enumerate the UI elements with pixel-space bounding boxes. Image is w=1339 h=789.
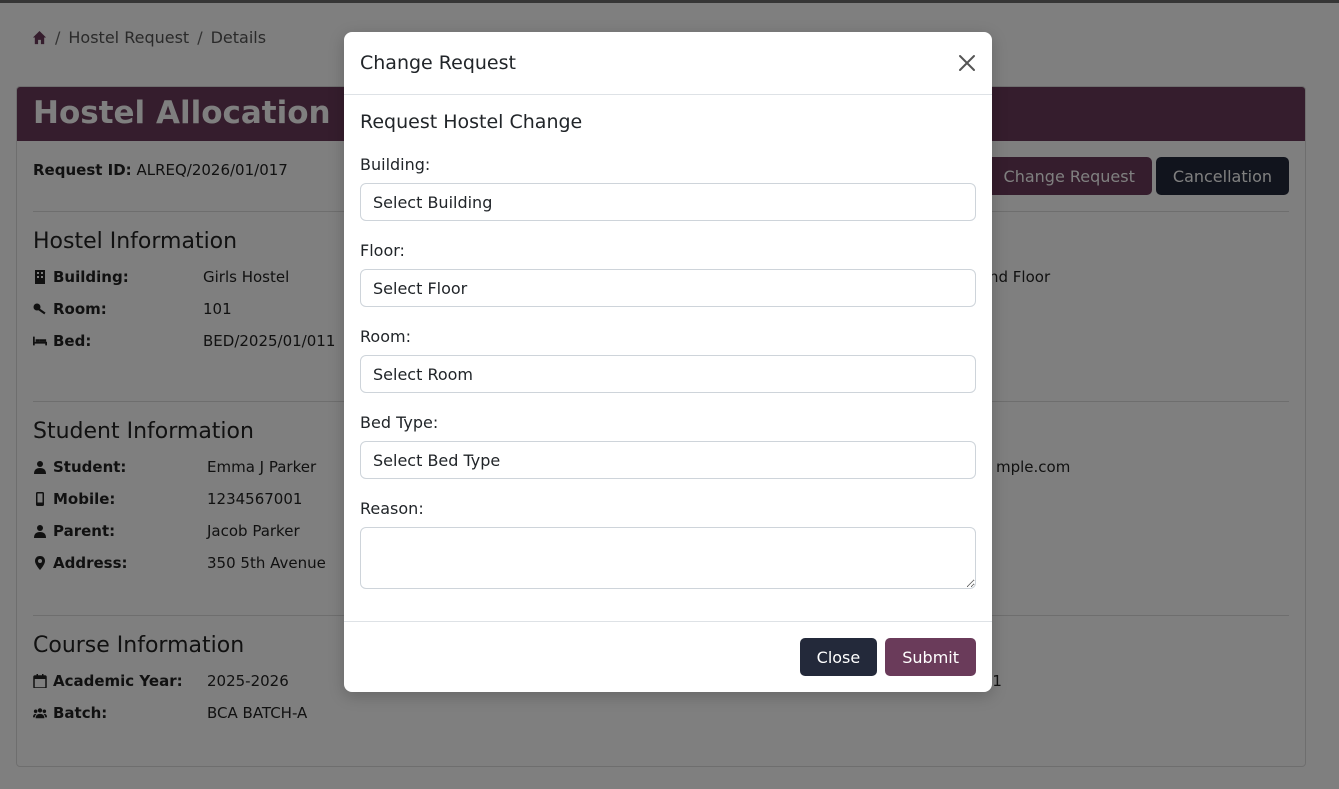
modal-title: Change Request xyxy=(360,52,516,74)
reason-textarea[interactable] xyxy=(360,527,976,589)
floor-field-label: Floor: xyxy=(360,241,405,260)
room-select[interactable]: Select Room xyxy=(360,355,976,393)
form-subtitle: Request Hostel Change xyxy=(360,111,583,133)
bed-type-field-label: Bed Type: xyxy=(360,413,439,432)
building-select[interactable]: Select Building xyxy=(360,183,976,221)
building-select-value: Select Building xyxy=(373,192,493,212)
floor-select[interactable]: Select Floor xyxy=(360,269,976,307)
close-button[interactable]: Close xyxy=(799,638,878,676)
building-field-label: Building: xyxy=(360,155,431,174)
reason-field-label: Reason: xyxy=(360,499,424,518)
modal-footer: Close Submit xyxy=(344,621,992,693)
close-icon[interactable] xyxy=(956,52,978,74)
bed-type-select[interactable]: Select Bed Type xyxy=(360,441,976,479)
room-field-label: Room: xyxy=(360,327,411,346)
room-select-value: Select Room xyxy=(373,364,474,384)
modal-header: Change Request xyxy=(344,32,992,95)
change-request-modal: Change Request Request Hostel Change Bui… xyxy=(344,32,992,692)
submit-button[interactable]: Submit xyxy=(885,638,976,676)
floor-select-value: Select Floor xyxy=(373,278,468,298)
bed-type-select-value: Select Bed Type xyxy=(373,450,501,470)
